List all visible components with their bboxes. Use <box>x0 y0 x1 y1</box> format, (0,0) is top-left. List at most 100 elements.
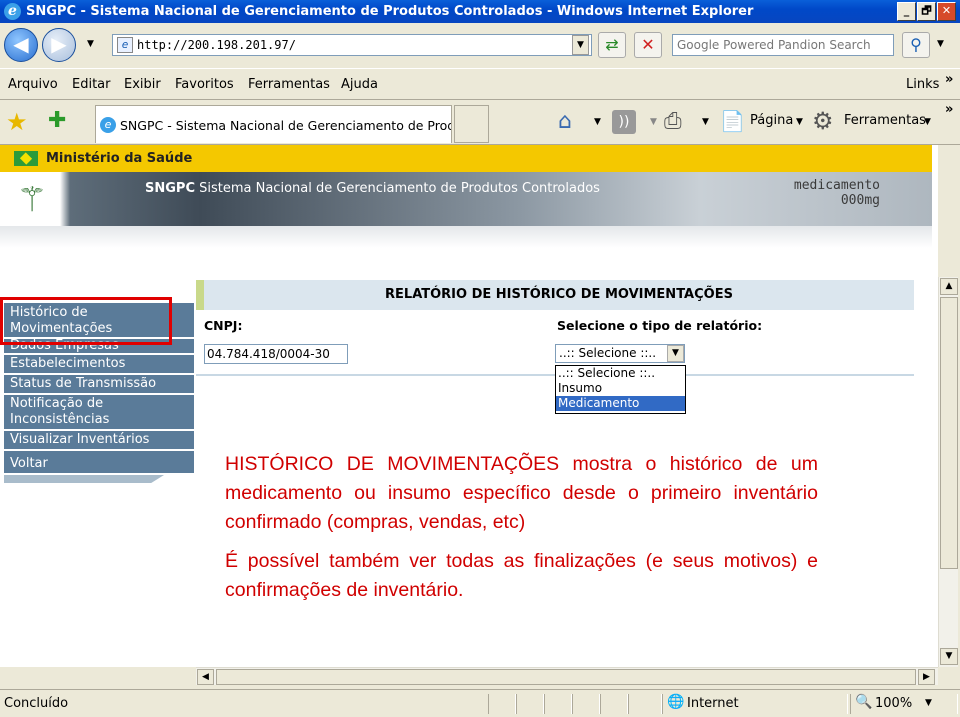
chevron-down-icon[interactable]: ▼ <box>667 345 684 362</box>
tab-page-icon: e <box>100 117 116 133</box>
status-cell <box>544 694 572 714</box>
page-menu[interactable]: Página <box>750 113 793 128</box>
stop-button[interactable]: ✕ <box>634 32 662 58</box>
status-cell <box>572 694 600 714</box>
window-titlebar: e SNGPC - Sistema Nacional de Gerenciame… <box>0 0 960 23</box>
refresh-button[interactable]: ⇄ <box>598 32 626 58</box>
menu-arquivo[interactable]: Arquivo <box>8 77 58 92</box>
banner-text: Sistema Nacional de Gerenciamento de Pro… <box>199 181 600 196</box>
zoom-dropdown-icon[interactable]: ▼ <box>925 698 932 708</box>
address-dropdown-icon[interactable]: ▼ <box>572 35 589 55</box>
banner-title: SNGPC Sistema Nacional de Gerenciamento … <box>145 181 600 196</box>
horizontal-scroll-thumb[interactable] <box>216 669 916 685</box>
address-input[interactable]: e http://200.198.201.97/ <box>112 34 592 56</box>
print-dropdown-icon[interactable]: ▼ <box>702 117 709 127</box>
tab-bar: ★ ✚ e SNGPC - Sistema Nacional de Gerenc… <box>0 100 960 145</box>
ie-logo-icon: e <box>4 3 21 20</box>
search-input[interactable]: Google Powered Pandion Search <box>672 34 894 56</box>
feeds-dropdown-icon[interactable]: ▼ <box>650 117 657 127</box>
site-banner: ⚚ SNGPC Sistema Nacional de Gerenciament… <box>0 172 932 226</box>
page-content: Ministério da Saúde ⚚ SNGPC Sistema Naci… <box>0 145 938 667</box>
sidebar-bottom-bar <box>4 475 164 483</box>
zoom-level: 100% <box>875 696 913 711</box>
back-arrow-icon: ◀ <box>13 32 29 56</box>
sidebar-item-estabelecimentos[interactable]: Estabelecimentos <box>4 355 194 375</box>
cnpj-label: CNPJ: <box>204 318 243 333</box>
new-tab-button[interactable] <box>454 105 489 143</box>
ministry-header: Ministério da Saúde <box>0 145 932 172</box>
tab-title: SNGPC - Sistema Nacional de Gerenciament… <box>120 118 452 133</box>
banner-medicine-label: medicamento 000mg <box>780 178 880 208</box>
page-menu-icon[interactable]: 📄 <box>720 109 745 133</box>
address-bar-row: ◀ ▶ ▼ e http://200.198.201.97/ ▼ ⇄ ✕ Goo… <box>0 23 960 68</box>
sidebar-item-visualizar-inventarios[interactable]: Visualizar Inventários <box>4 431 194 451</box>
toolbar-chevron-icon[interactable]: » <box>945 102 953 117</box>
menu-favoritos[interactable]: Favoritos <box>175 77 234 92</box>
status-cell <box>628 694 662 714</box>
maximize-button[interactable]: 🗗 <box>917 2 936 21</box>
menu-ferramentas[interactable]: Ferramentas <box>248 77 330 92</box>
search-button[interactable]: ⚲ <box>902 32 930 58</box>
gear-icon[interactable]: ⚙ <box>812 107 834 135</box>
security-zone[interactable]: 🌐 Internet <box>662 694 848 714</box>
report-type-select[interactable]: ..:: Selecione ::.. ▼ <box>555 344 685 363</box>
vertical-scrollbar[interactable]: ▲ ▼ <box>938 277 958 667</box>
minimize-button[interactable]: _ <box>897 2 916 21</box>
report-type-dropdown: ..:: Selecione ::.. Insumo Medicamento <box>555 365 686 414</box>
sidebar-item-notificacao[interactable]: Notificação de Inconsistências <box>4 395 194 431</box>
favorites-star-icon[interactable]: ★ <box>6 108 28 136</box>
vertical-scroll-thumb[interactable] <box>940 297 958 569</box>
banner-medicine-line1: medicamento <box>793 178 880 193</box>
zoom-control[interactable]: 🔍 100% ▼ <box>850 694 958 714</box>
history-dropdown-icon[interactable]: ▼ <box>82 35 99 55</box>
highlight-box <box>0 297 172 345</box>
tab-active[interactable]: e SNGPC - Sistema Nacional de Gerenciame… <box>95 105 452 143</box>
option-medicamento[interactable]: Medicamento <box>556 396 685 411</box>
brazil-flag-icon <box>14 151 38 166</box>
banner-brand: SNGPC <box>145 181 195 196</box>
option-insumo[interactable]: Insumo <box>556 381 685 396</box>
address-url: http://200.198.201.97/ <box>137 38 296 52</box>
close-window-button[interactable]: ✕ <box>937 2 956 21</box>
zoom-icon: 🔍 <box>855 694 873 710</box>
print-icon[interactable]: ⎙ <box>664 109 682 134</box>
note-paragraph-2: É possível também ver todas as finalizaç… <box>225 550 818 601</box>
menu-bar: Arquivo Editar Exibir Favoritos Ferramen… <box>0 68 960 100</box>
option-selecione[interactable]: ..:: Selecione ::.. <box>556 366 685 381</box>
report-type-label: Selecione o tipo de relatório: <box>557 318 763 333</box>
cnpj-field[interactable]: 04.784.418/0004-30 <box>204 344 348 364</box>
add-favorite-icon[interactable]: ✚ <box>48 108 66 133</box>
report-title: RELATÓRIO DE HISTÓRICO DE MOVIMENTAÇÕES <box>196 280 914 310</box>
page-dropdown-icon[interactable]: ▼ <box>796 117 803 127</box>
scroll-down-icon[interactable]: ▼ <box>940 648 958 665</box>
links-menu[interactable]: Links <box>906 77 939 92</box>
page-icon: e <box>117 37 133 53</box>
forward-arrow-icon: ▶ <box>51 32 67 56</box>
menu-exibir[interactable]: Exibir <box>124 77 161 92</box>
tools-dropdown-icon[interactable]: ▼ <box>924 117 931 127</box>
forward-button[interactable]: ▶ <box>42 28 76 62</box>
chevron-right-icon[interactable]: » <box>945 72 953 87</box>
menu-editar[interactable]: Editar <box>72 77 111 92</box>
home-icon[interactable]: ⌂ <box>558 109 572 134</box>
menu-ajuda[interactable]: Ajuda <box>341 77 378 92</box>
search-options-icon[interactable]: ▼ <box>932 35 949 55</box>
banner-medicine-line2: 000mg <box>840 193 880 208</box>
scroll-right-icon[interactable]: ▶ <box>918 669 935 685</box>
scroll-left-icon[interactable]: ◀ <box>197 669 214 685</box>
back-button[interactable]: ◀ <box>4 28 38 62</box>
sidebar-item-status-transmissao[interactable]: Status de Transmissão <box>4 375 194 395</box>
scroll-up-icon[interactable]: ▲ <box>940 278 958 295</box>
status-cell <box>600 694 628 714</box>
tools-menu[interactable]: Ferramentas <box>844 113 926 128</box>
status-cell <box>516 694 544 714</box>
horizontal-scrollbar[interactable]: ◀ ▶ <box>196 667 938 685</box>
sidebar-item-voltar[interactable]: Voltar <box>4 451 194 475</box>
home-dropdown-icon[interactable]: ▼ <box>594 117 601 127</box>
sngpc-logo-icon: ⚚ <box>16 180 48 220</box>
globe-icon: 🌐 <box>667 694 685 710</box>
explanation-note: HISTÓRICO DE MOVIMENTAÇÕES mostra o hist… <box>225 450 818 615</box>
feeds-icon[interactable]: )) <box>612 110 636 134</box>
refresh-icon: ⇄ <box>605 35 619 54</box>
report-type-selected: ..:: Selecione ::.. <box>559 346 657 360</box>
